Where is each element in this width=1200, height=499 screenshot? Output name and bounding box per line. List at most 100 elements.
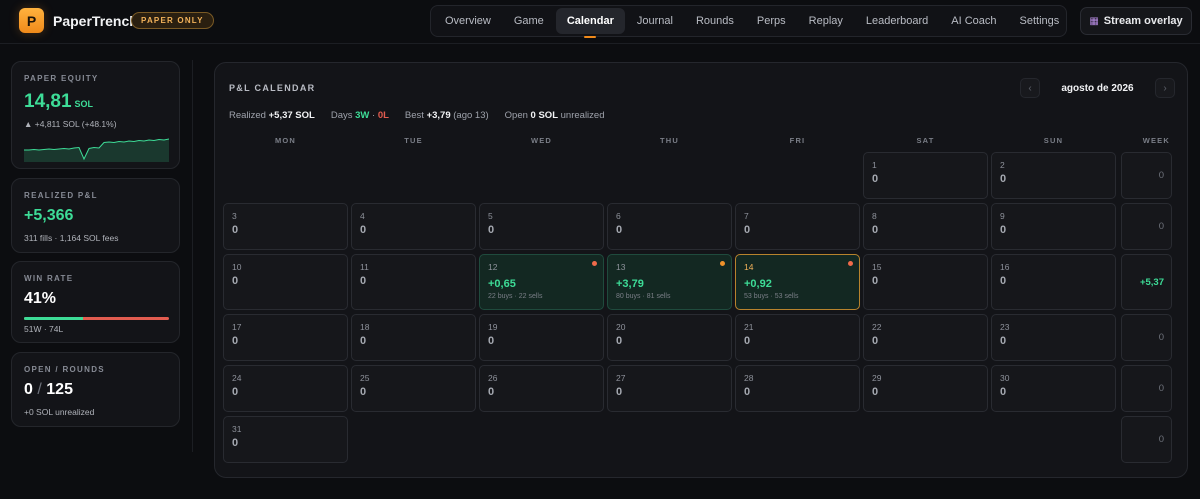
summary-realized-value: +5,37 SOL	[268, 110, 315, 121]
summary-days: Days 3W · 0L	[331, 110, 389, 121]
win-rate-card: WIN RATE 41% 51W · 74L	[11, 261, 180, 343]
app-logo[interactable]: P	[19, 8, 44, 33]
calendar-day[interactable]: 24 0	[223, 365, 348, 412]
calendar-day[interactable]: 22 0	[863, 314, 988, 361]
day-pnl: 0	[488, 335, 495, 347]
day-number: 2	[1000, 160, 1005, 170]
day-pnl: 0	[232, 386, 239, 398]
calendar-day[interactable]: 14 +0,92 53 buys · 53 sells	[735, 254, 860, 310]
win-rate-bar-fill	[24, 317, 84, 320]
calendar-title: P&L CALENDAR	[229, 83, 316, 93]
day-pnl: 0	[232, 335, 239, 347]
day-number: 15	[872, 262, 882, 272]
calendar-day[interactable]: 30	[223, 203, 348, 250]
paper-only-badge: PAPER ONLY	[131, 12, 214, 29]
day-pnl: 0	[232, 224, 239, 236]
logo-letter: P	[26, 12, 37, 29]
calendar-day[interactable]: 40	[351, 203, 476, 250]
day-number: 12	[488, 262, 498, 272]
stream-overlay-label: Stream overlay	[1103, 15, 1183, 27]
summary-days-wins: 3W	[355, 110, 370, 121]
calendar-day[interactable]: 11 0	[351, 254, 476, 310]
tab-ai-coach[interactable]: AI Coach	[940, 8, 1007, 34]
calendar-day[interactable]: 30 0	[991, 365, 1116, 412]
activity-dot-icon	[592, 261, 597, 266]
day-pnl: 0	[1000, 224, 1007, 236]
day-number: 19	[488, 322, 498, 332]
day-pnl: 0	[744, 224, 751, 236]
tab-game[interactable]: Game	[503, 8, 555, 34]
calendar-day[interactable]: 16 0	[991, 254, 1116, 310]
calendar-day[interactable]: 27 0	[607, 365, 732, 412]
calendar-day[interactable]: 60	[607, 203, 732, 250]
tab-perps[interactable]: Perps	[746, 8, 797, 34]
tab-settings[interactable]: Settings	[1009, 8, 1071, 34]
calendar-day[interactable]: 29 0	[863, 365, 988, 412]
calendar-day[interactable]: 23 0	[991, 314, 1116, 361]
day-number: 4	[360, 211, 365, 221]
main-nav: Overview Game Calendar Journal Rounds Perps Re…	[430, 5, 1067, 38]
summary-best: Best +3,79 (ago 13)	[405, 110, 489, 121]
tab-journal[interactable]: Journal	[626, 8, 684, 34]
day-pnl: 0	[872, 386, 879, 398]
calendar-day[interactable]: 31 0	[223, 416, 348, 463]
weekday-header: TUE	[404, 136, 423, 145]
calendar-day[interactable]: 17 0	[223, 314, 348, 361]
calendar-day[interactable]: 21 0	[735, 314, 860, 361]
calendar-day[interactable]: 26 0	[479, 365, 604, 412]
calendar-day[interactable]: 28 0	[735, 365, 860, 412]
tab-calendar[interactable]: Calendar	[555, 8, 625, 38]
equity-unit: SOL	[74, 99, 94, 109]
tab-leaderboard[interactable]: Leaderboard	[855, 8, 939, 34]
open-count: 0	[24, 381, 33, 398]
equity-number: 14,81	[24, 91, 72, 112]
day-pnl: 0	[1000, 386, 1007, 398]
calendar-day[interactable]: 13 +3,79 80 buys · 81 sells	[607, 254, 732, 310]
day-number: 11	[360, 262, 369, 272]
weekday-header: WED	[530, 136, 553, 145]
win-rate-label: WIN RATE	[24, 274, 74, 283]
tab-replay[interactable]: Replay	[798, 8, 854, 34]
calendar-day[interactable]: 20 0	[607, 314, 732, 361]
sparkline-area	[24, 139, 169, 162]
top-bar: P PaperTrench PAPER ONLY Overview Game Cal…	[0, 0, 1200, 44]
calendar-day[interactable]: 10	[863, 152, 988, 199]
calendar-day[interactable]: 25 0	[351, 365, 476, 412]
day-number: 30	[1000, 373, 1010, 383]
calendar-day[interactable]: 20	[991, 152, 1116, 199]
day-trades: 22 buys · 22 sells	[488, 293, 543, 300]
calendar-day[interactable]: 80	[863, 203, 988, 250]
calendar-day[interactable]: 19 0	[479, 314, 604, 361]
calendar-day[interactable]: 15 0	[863, 254, 988, 310]
day-number: 27	[616, 373, 626, 383]
day-pnl: 0	[488, 386, 495, 398]
open-rounds-sub: +0 SOL unrealized	[24, 407, 95, 417]
day-pnl: 0	[1000, 173, 1007, 185]
calendar-day[interactable]: 10 0	[223, 254, 348, 310]
tab-rounds[interactable]: Rounds	[685, 8, 745, 34]
stream-overlay-button[interactable]: ▦ Stream overlay	[1080, 7, 1192, 35]
calendar-day[interactable]: 70	[735, 203, 860, 250]
day-pnl: 0	[744, 335, 751, 347]
equity-value: 14,81 SOL	[24, 91, 93, 113]
day-pnl: 0	[360, 275, 367, 287]
equity-change: ▲ +4,811 SOL (+48.1%)	[24, 119, 117, 129]
week-total: 0	[1121, 203, 1172, 250]
calendar-day[interactable]: 12 +0,65 22 buys · 22 sells	[479, 254, 604, 310]
calendar-day[interactable]: 90	[991, 203, 1116, 250]
calendar-day[interactable]: 18 0	[351, 314, 476, 361]
summary-best-value: +3,79	[426, 110, 451, 121]
calendar-day[interactable]: 50	[479, 203, 604, 250]
tab-overview[interactable]: Overview	[434, 8, 502, 34]
prev-month-button[interactable]: ‹	[1020, 78, 1040, 98]
equity-label: PAPER EQUITY	[24, 74, 99, 83]
day-pnl: 0	[360, 335, 367, 347]
activity-dot-icon	[848, 261, 853, 266]
next-month-button[interactable]: ›	[1154, 78, 1175, 98]
day-number: 25	[360, 373, 370, 383]
realized-label: REALIZED P&L	[24, 191, 98, 200]
weekday-header: FRI	[789, 136, 806, 145]
day-trades: 53 buys · 53 sells	[744, 293, 799, 300]
day-number: 13	[616, 262, 626, 272]
summary-realized: Realized +5,37 SOL	[229, 110, 315, 121]
